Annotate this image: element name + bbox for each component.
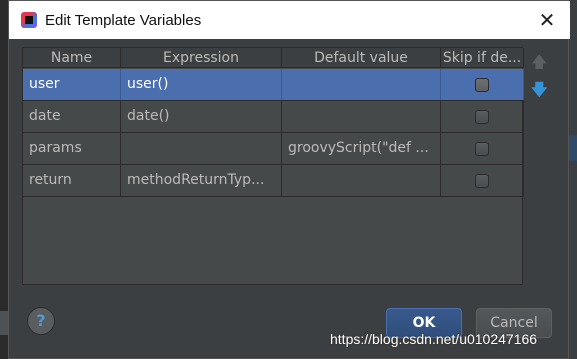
expression-cell[interactable]: date() bbox=[121, 101, 282, 132]
row-move-tools: 🡅 🡇 bbox=[531, 53, 547, 99]
table-row[interactable]: user user() bbox=[23, 69, 524, 101]
skip-checkbox[interactable] bbox=[475, 77, 489, 92]
name-cell[interactable]: params bbox=[23, 133, 121, 164]
help-button[interactable]: ? bbox=[27, 307, 55, 335]
skip-cell bbox=[441, 69, 524, 100]
skip-checkbox[interactable] bbox=[475, 173, 489, 188]
name-cell[interactable]: user bbox=[23, 69, 121, 100]
skip-cell bbox=[441, 133, 524, 164]
name-cell[interactable]: date bbox=[23, 101, 121, 132]
header-expression[interactable]: Expression bbox=[121, 48, 282, 68]
expression-cell[interactable]: methodReturnTyp... bbox=[121, 165, 282, 196]
skip-checkbox[interactable] bbox=[475, 109, 489, 124]
arrow-down-icon[interactable]: 🡇 bbox=[531, 81, 547, 99]
watermark-text: https://blog.csdn.net/u010247166 bbox=[330, 331, 538, 347]
table-row[interactable]: params groovyScript("def ... bbox=[23, 133, 524, 165]
default-value-cell[interactable] bbox=[282, 69, 441, 100]
name-cell[interactable]: return bbox=[23, 165, 121, 196]
table-row[interactable]: date date() bbox=[23, 101, 524, 133]
header-default-value[interactable]: Default value bbox=[282, 48, 441, 68]
intellij-app-icon bbox=[21, 12, 37, 28]
default-value-cell[interactable] bbox=[282, 165, 441, 196]
header-skip-if-defined[interactable]: Skip if de... bbox=[441, 48, 524, 68]
close-icon[interactable]: ✕ bbox=[538, 10, 556, 30]
skip-cell bbox=[441, 165, 524, 196]
table-header: Name Expression Default value Skip if de… bbox=[23, 48, 524, 68]
default-value-cell[interactable] bbox=[282, 101, 441, 132]
skip-cell bbox=[441, 101, 524, 132]
variables-table: Name Expression Default value Skip if de… bbox=[22, 47, 524, 285]
arrow-up-icon[interactable]: 🡅 bbox=[531, 53, 547, 71]
expression-cell[interactable] bbox=[121, 133, 282, 164]
table-row[interactable]: return methodReturnTyp... bbox=[23, 165, 524, 197]
default-value-cell[interactable]: groovyScript("def ... bbox=[282, 133, 441, 164]
header-name[interactable]: Name bbox=[23, 48, 121, 68]
dialog-titlebar[interactable]: Edit Template Variables ✕ bbox=[9, 1, 570, 39]
skip-checkbox[interactable] bbox=[475, 141, 489, 156]
expression-cell[interactable]: user() bbox=[121, 69, 282, 100]
dialog-title: Edit Template Variables bbox=[45, 11, 202, 29]
edit-template-variables-dialog: Edit Template Variables ✕ Name Expressio… bbox=[8, 0, 570, 359]
